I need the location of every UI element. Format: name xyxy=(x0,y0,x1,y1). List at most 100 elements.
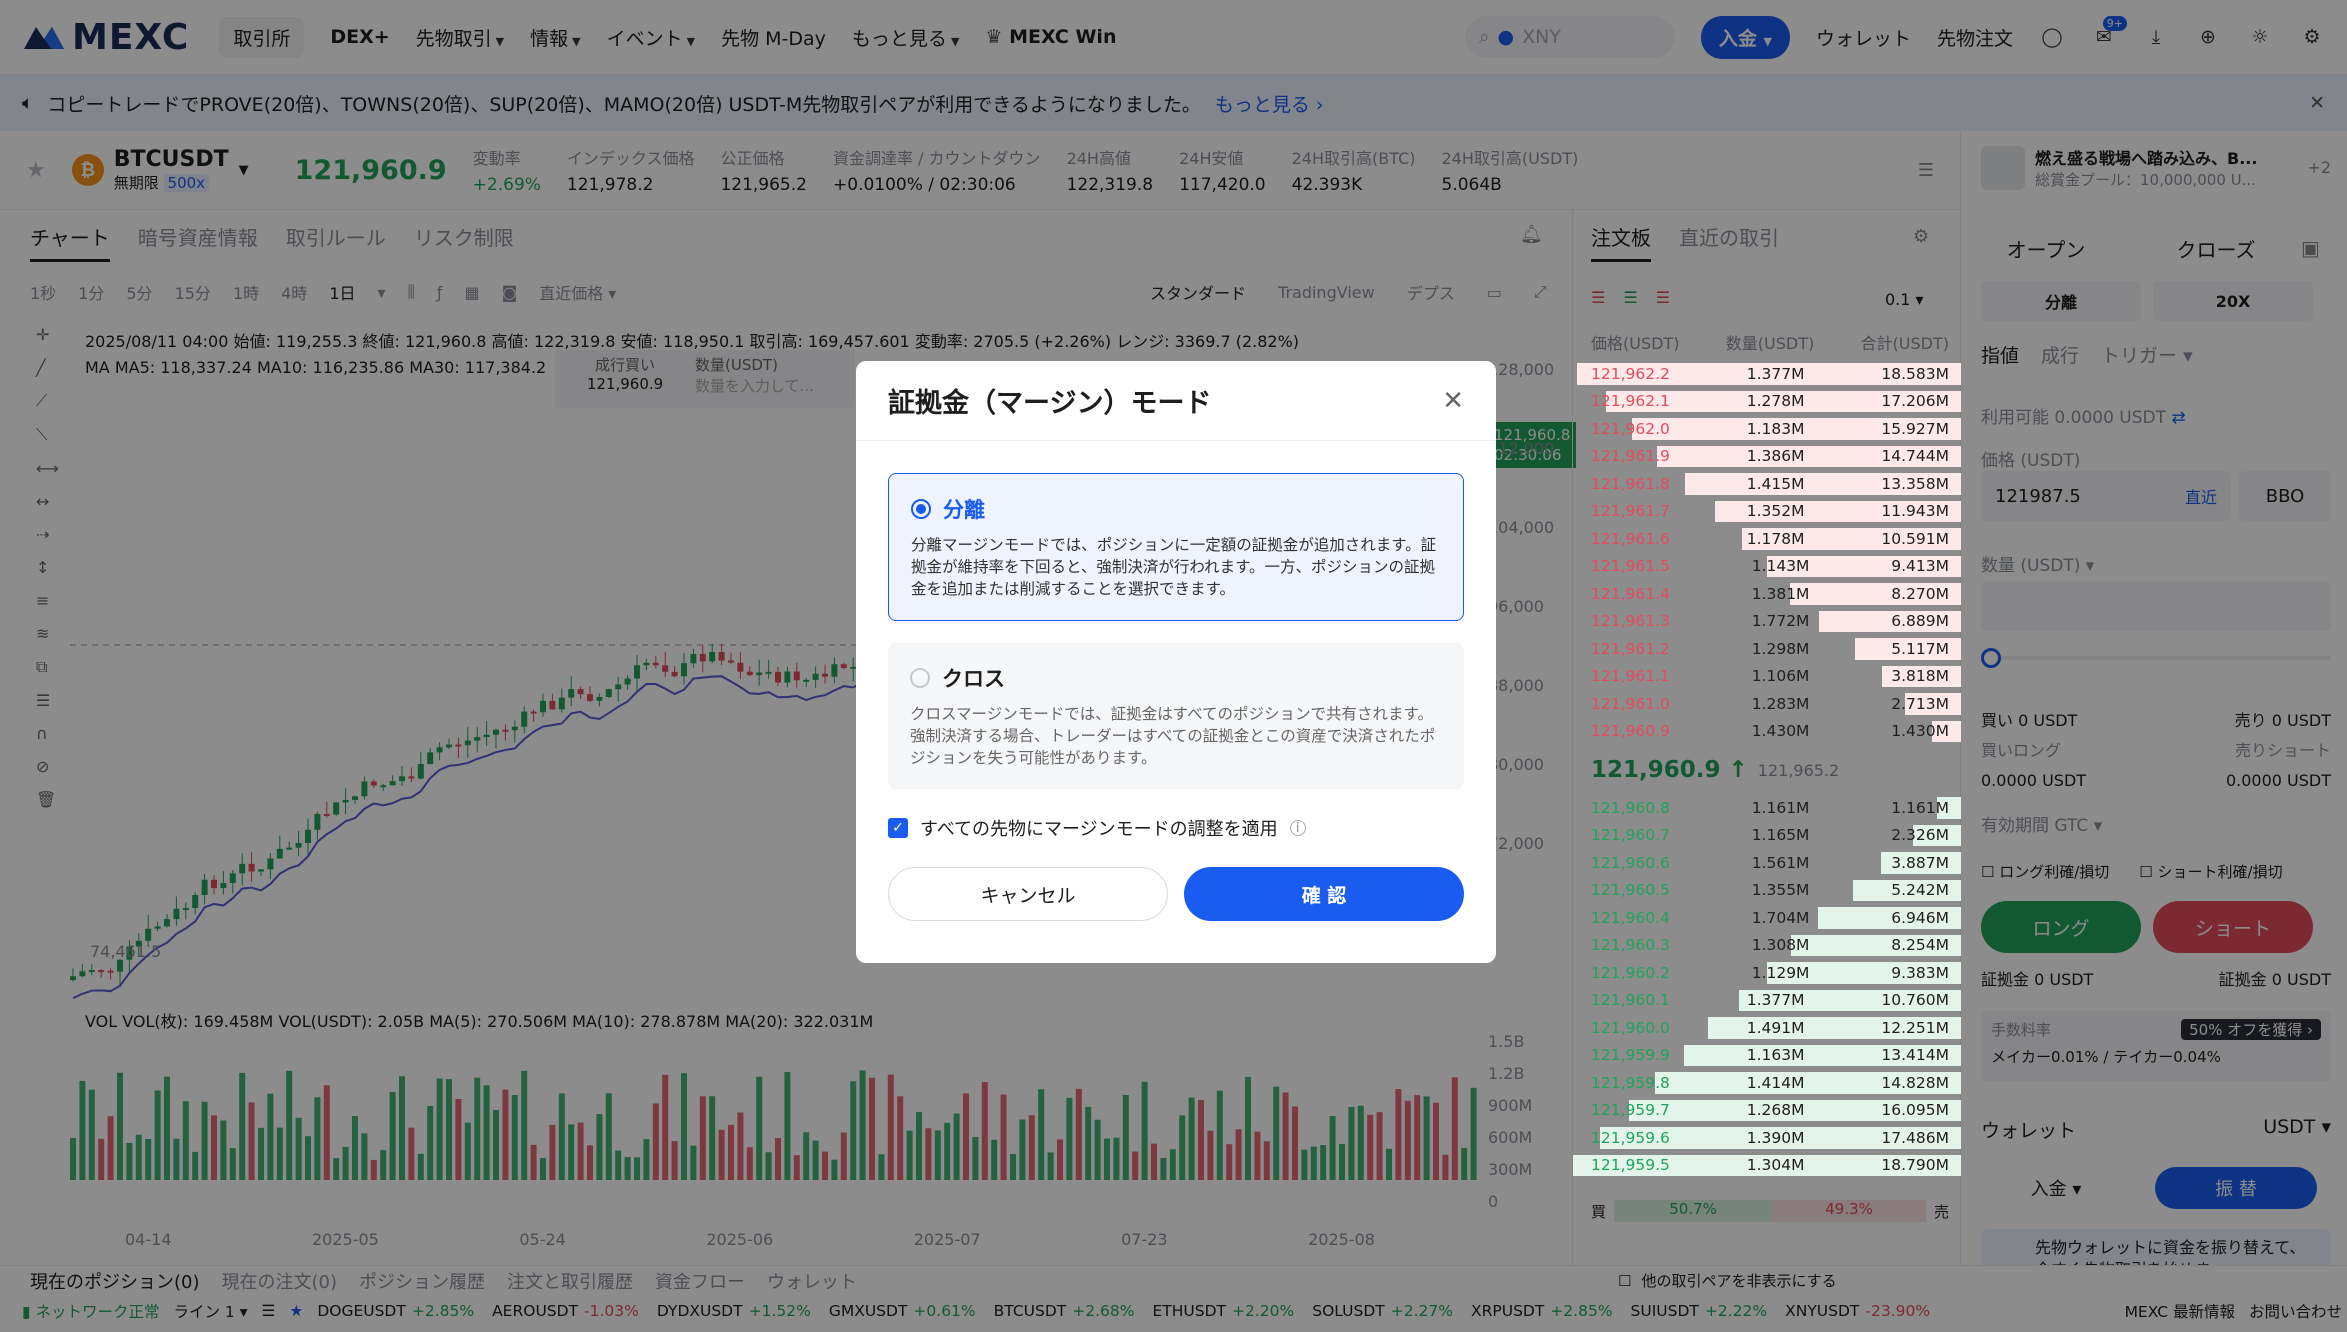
ob-total: 10.591M xyxy=(1881,529,1949,548)
ob-price: 121,960.4 xyxy=(1591,908,1670,927)
ob-qty: 1.352M xyxy=(1746,502,1805,521)
ob-total: 14.744M xyxy=(1881,447,1949,466)
ob-total: 3.818M xyxy=(1891,667,1949,686)
ob-price: 121,960.1 xyxy=(1591,991,1670,1010)
ob-price: 121,960.2 xyxy=(1591,963,1670,982)
apply-all-checkbox[interactable]: ✓ xyxy=(888,818,908,838)
bids-row[interactable]: 121,959.5 1.304M 18.790M xyxy=(1573,1152,1961,1180)
ob-total: 16.095M xyxy=(1881,1101,1949,1120)
ob-qty: 1.129M xyxy=(1751,963,1810,982)
ob-total: 1.161M xyxy=(1891,798,1949,817)
ob-total: 17.206M xyxy=(1881,392,1949,411)
ob-price: 121,962.0 xyxy=(1591,419,1670,438)
ob-total: 1.430M xyxy=(1891,722,1949,741)
dialog-title: 証拠金（マージン）モード xyxy=(888,388,1212,419)
ob-price: 121,961.0 xyxy=(1591,694,1670,713)
dialog-actions: キャンセル 確 認 xyxy=(888,867,1464,921)
ob-qty: 1.143M xyxy=(1751,557,1810,576)
ob-qty: 1.772M xyxy=(1751,612,1810,631)
ob-price: 121,960.5 xyxy=(1591,881,1670,900)
ob-price: 121,961.8 xyxy=(1591,474,1670,493)
info-icon[interactable]: i xyxy=(1289,820,1306,836)
ob-qty: 1.386M xyxy=(1746,447,1805,466)
ob-total: 3.887M xyxy=(1891,853,1949,872)
ob-total: 10.760M xyxy=(1881,991,1949,1010)
ob-qty: 1.491M xyxy=(1746,1018,1805,1037)
ob-total: 18.790M xyxy=(1881,1156,1949,1175)
ob-price: 121,960.9 xyxy=(1591,722,1670,741)
ob-price: 121,959.6 xyxy=(1591,1128,1670,1147)
ob-qty: 1.390M xyxy=(1746,1128,1805,1147)
ob-total: 11.943M xyxy=(1881,502,1949,521)
ob-total: 14.828M xyxy=(1881,1073,1949,1092)
isolated-title: 分離 xyxy=(943,498,985,522)
ob-total: 13.414M xyxy=(1881,1046,1949,1065)
ob-price: 121,959.8 xyxy=(1591,1073,1670,1092)
ob-total: 13.358M xyxy=(1881,474,1949,493)
ob-price: 121,959.5 xyxy=(1591,1156,1670,1175)
ob-price: 121,960.8 xyxy=(1591,798,1670,817)
asks-row[interactable]: 121,962.1 1.278M 17.206M xyxy=(1573,388,1961,416)
ob-price: 121,960.7 xyxy=(1591,826,1670,845)
ob-qty: 1.704M xyxy=(1751,908,1810,927)
ob-price: 121,960.3 xyxy=(1591,936,1670,955)
ob-price: 121,961.6 xyxy=(1591,529,1670,548)
ob-qty: 1.298M xyxy=(1751,639,1810,658)
ob-price: 121,961.2 xyxy=(1591,639,1670,658)
ob-qty: 1.106M xyxy=(1751,667,1810,686)
ob-total: 12.251M xyxy=(1881,1018,1949,1037)
ob-price: 121,961.3 xyxy=(1591,612,1670,631)
radio-cross[interactable] xyxy=(910,668,930,688)
ob-qty: 1.165M xyxy=(1751,826,1810,845)
cancel-button[interactable]: キャンセル xyxy=(888,867,1168,921)
ob-total: 9.383M xyxy=(1891,963,1949,982)
ob-price: 121,962.1 xyxy=(1591,392,1670,411)
ob-total: 5.117M xyxy=(1891,639,1949,658)
asks-row[interactable]: 121,962.2 1.377M 18.583M xyxy=(1573,360,1961,388)
apply-all-row: ✓ すべての先物にマージンモードの調整を適用 i xyxy=(888,815,1464,841)
ob-price: 121,961.1 xyxy=(1591,667,1670,686)
ob-price: 121,961.5 xyxy=(1591,557,1670,576)
ob-total: 8.254M xyxy=(1891,936,1949,955)
ob-price: 121,961.9 xyxy=(1591,447,1670,466)
ob-qty: 1.415M xyxy=(1746,474,1805,493)
ob-total: 8.270M xyxy=(1891,584,1949,603)
ob-total: 6.946M xyxy=(1891,908,1949,927)
bids-row[interactable]: 121,959.6 1.390M 17.486M xyxy=(1573,1124,1961,1152)
ob-price: 121,962.2 xyxy=(1591,364,1670,383)
ob-price: 121,960.6 xyxy=(1591,853,1670,872)
cross-title: クロス xyxy=(942,667,1005,691)
ob-qty: 1.355M xyxy=(1751,881,1810,900)
ob-total: 17.486M xyxy=(1881,1128,1949,1147)
option-isolated[interactable]: 分離 分離マージンモードでは、ポジションに一定額の証拠金が追加されます。証拠金が… xyxy=(888,473,1464,621)
ob-qty: 1.381M xyxy=(1751,584,1810,603)
cross-description: クロスマージンモードでは、証拠金はすべてのポジションで共有されます。強制決済する… xyxy=(910,705,1436,767)
ob-price: 121,961.7 xyxy=(1591,502,1670,521)
bids-row[interactable]: 121,959.7 1.268M 16.095M xyxy=(1573,1097,1961,1125)
ob-price: 121,961.4 xyxy=(1591,584,1670,603)
ob-qty: 1.278M xyxy=(1746,392,1805,411)
ob-qty: 1.414M xyxy=(1746,1073,1805,1092)
ob-total: 15.927M xyxy=(1881,419,1949,438)
confirm-button[interactable]: 確 認 xyxy=(1184,867,1464,921)
close-icon[interactable]: ✕ xyxy=(1442,386,1464,416)
ob-total: 5.242M xyxy=(1891,881,1949,900)
ob-qty: 1.283M xyxy=(1751,694,1810,713)
radio-isolated[interactable] xyxy=(911,499,931,519)
margin-mode-dialog: 証拠金（マージン）モード ✕ 分離 分離マージンモードでは、ポジションに一定額の… xyxy=(856,361,1496,963)
ob-qty: 1.377M xyxy=(1746,991,1805,1010)
option-cross[interactable]: クロス クロスマージンモードでは、証拠金はすべてのポジションで共有されます。強制… xyxy=(888,643,1464,789)
ob-qty: 1.163M xyxy=(1746,1046,1805,1065)
ob-total: 6.889M xyxy=(1891,612,1949,631)
ob-total: 2.713M xyxy=(1891,694,1949,713)
ob-price: 121,960.0 xyxy=(1591,1018,1670,1037)
ob-qty: 1.308M xyxy=(1751,936,1810,955)
ob-price: 121,959.7 xyxy=(1591,1101,1670,1120)
ob-qty: 1.304M xyxy=(1746,1156,1805,1175)
ob-qty: 1.377M xyxy=(1746,364,1805,383)
ob-qty: 1.430M xyxy=(1751,722,1810,741)
apply-all-label: すべての先物にマージンモードの調整を適用 xyxy=(920,819,1278,840)
ob-price: 121,959.9 xyxy=(1591,1046,1670,1065)
ob-qty: 1.161M xyxy=(1751,798,1810,817)
ob-total: 2.326M xyxy=(1891,826,1949,845)
